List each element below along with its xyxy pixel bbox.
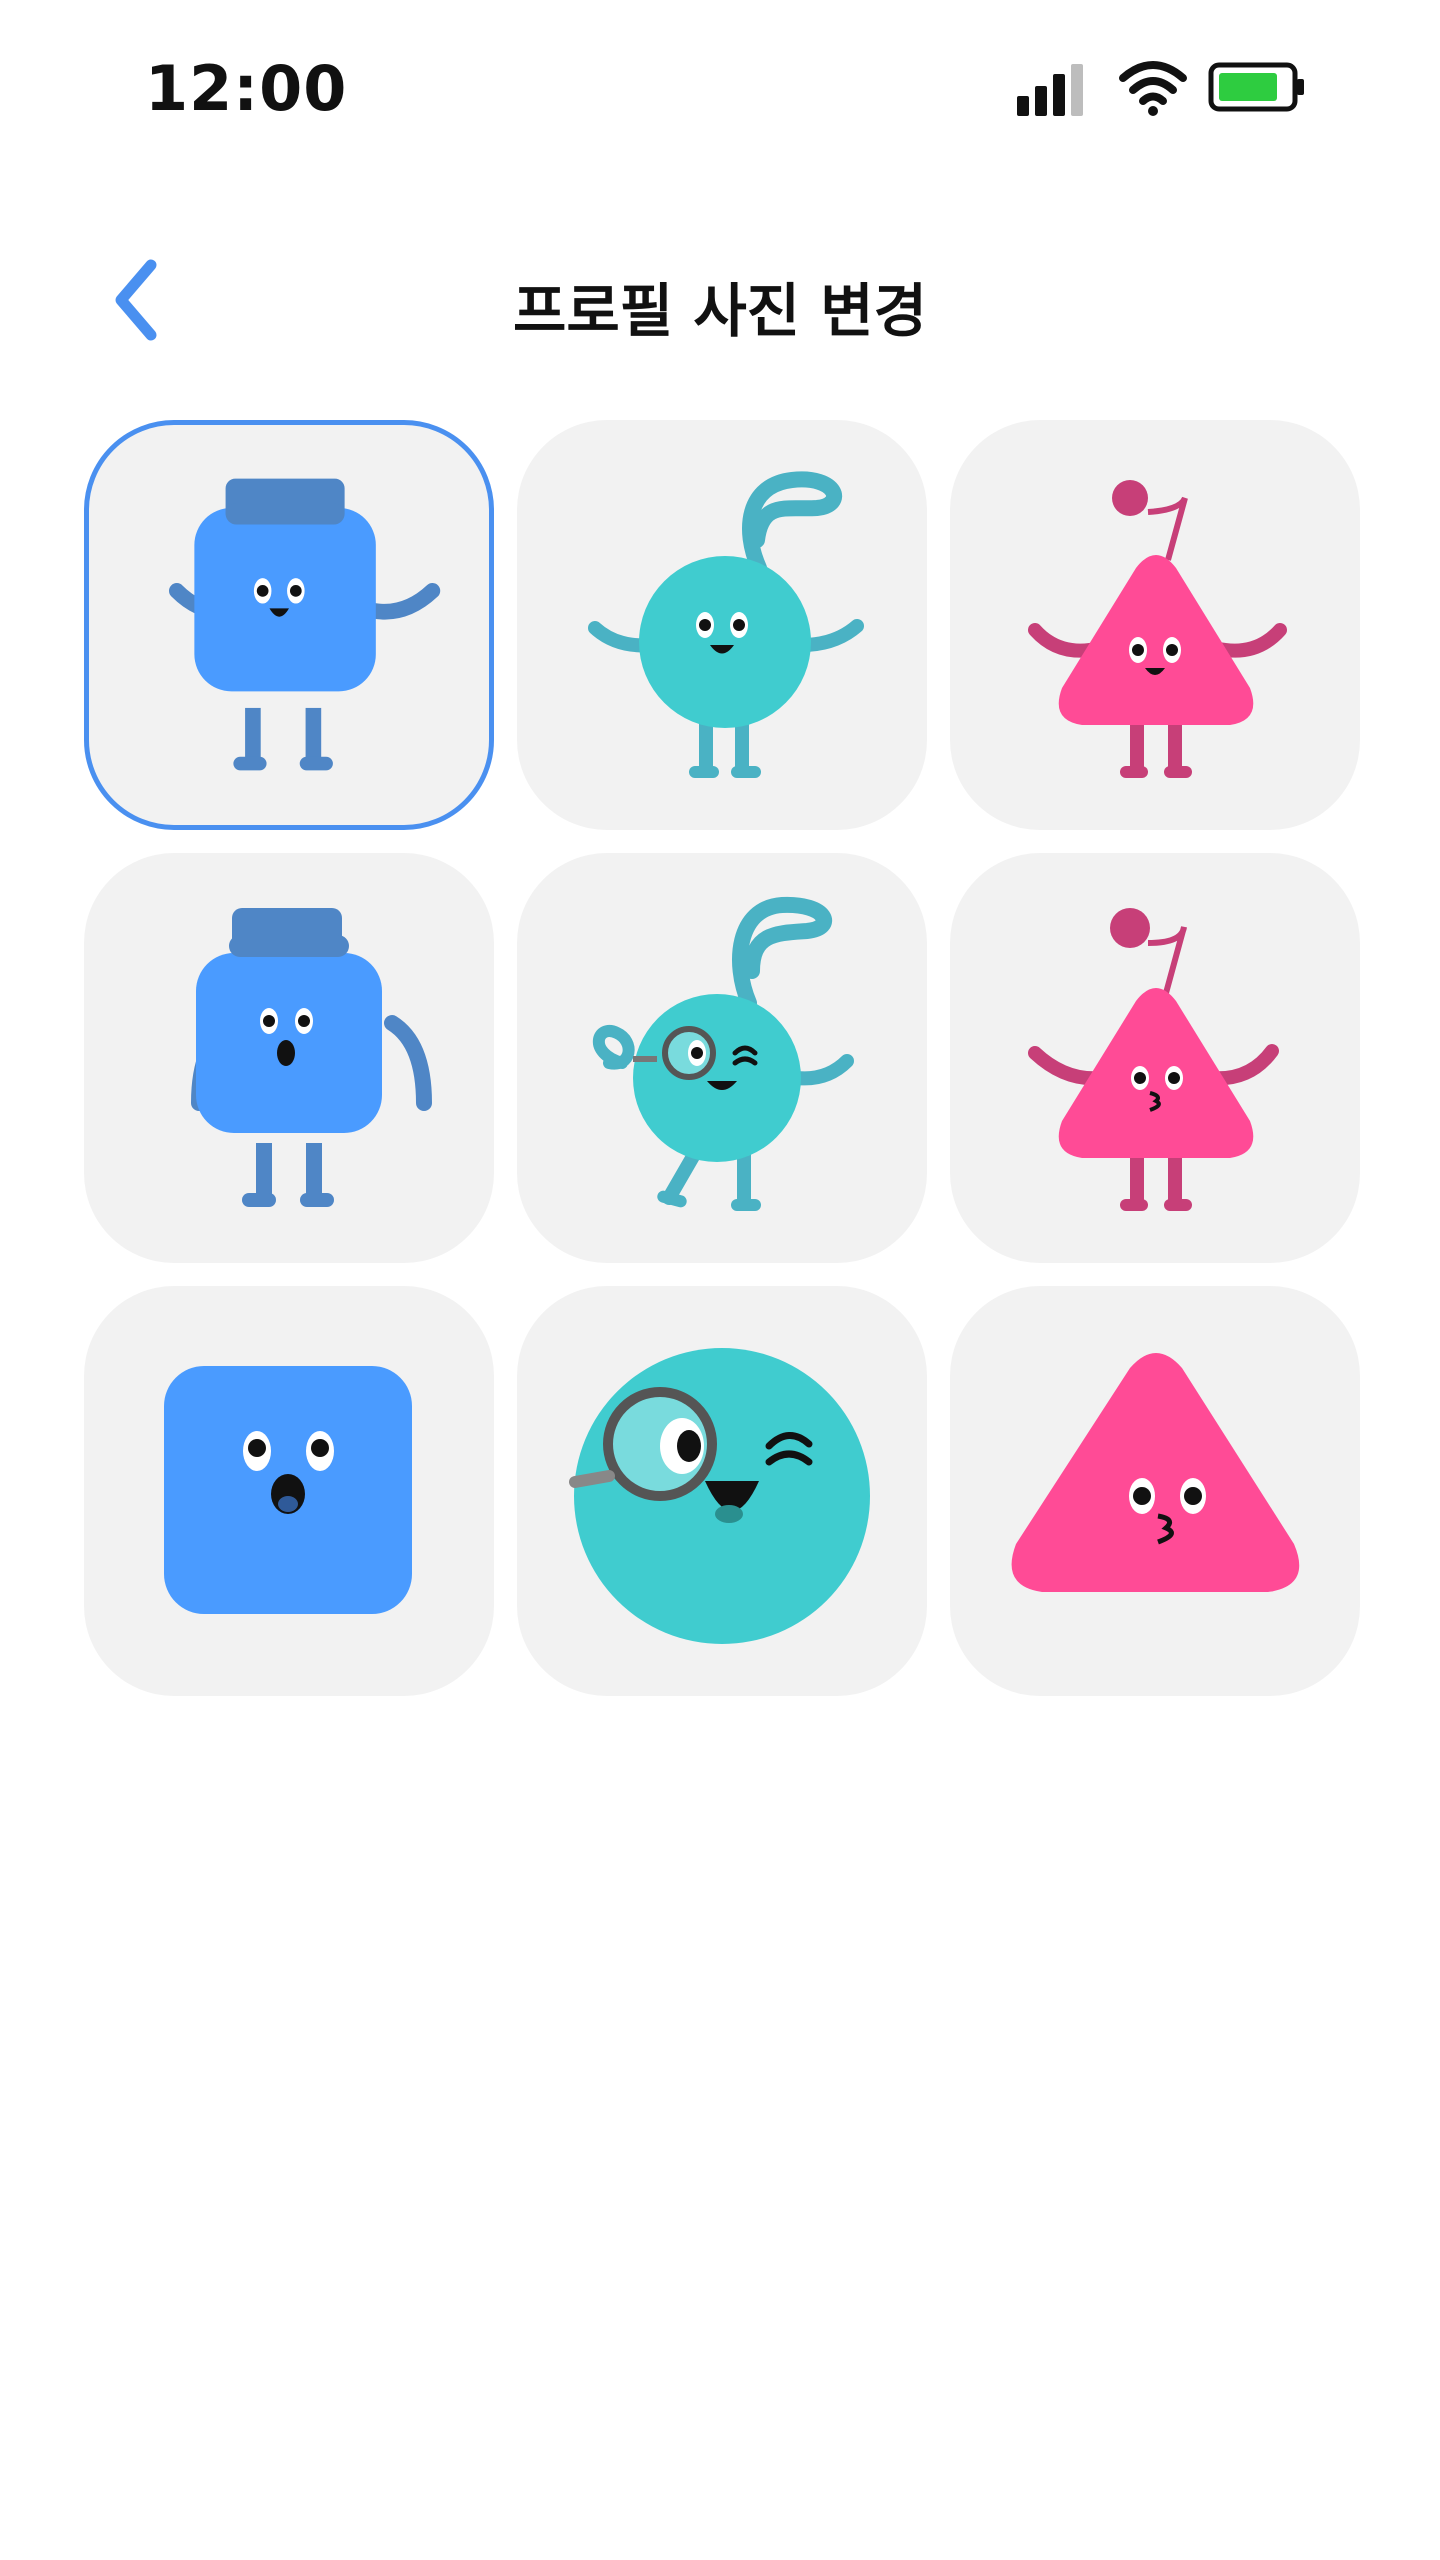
teal-circle-face-icon xyxy=(569,1348,870,1644)
blue-square-character-icon xyxy=(169,478,441,771)
avatar-option-pink-triangle-kiss-face[interactable] xyxy=(950,1286,1360,1696)
signal-icon xyxy=(1017,64,1083,116)
status-bar: 12:00 xyxy=(0,0,1440,180)
status-icons xyxy=(1005,58,1325,118)
teal-circle-character-icon xyxy=(588,471,864,778)
avatar-option-pink-triangle-cherry-arms-out[interactable] xyxy=(950,420,1360,830)
avatar-option-blue-square-hat-surprised[interactable] xyxy=(84,853,494,1263)
profile-picture-screen: 12:00 프로필 사진 변경 xyxy=(0,0,1440,2560)
avatar-option-pink-triangle-cherry-kiss[interactable] xyxy=(950,853,1360,1263)
pink-triangle-face-icon xyxy=(1011,1353,1300,1592)
pink-triangle-character-icon xyxy=(1028,908,1279,1211)
status-time: 12:00 xyxy=(145,52,348,125)
wifi-icon xyxy=(1119,61,1187,116)
pink-triangle-character-icon xyxy=(1028,480,1287,778)
header: 프로필 사진 변경 xyxy=(0,230,1440,370)
avatar-option-blue-square-face[interactable] xyxy=(84,1286,494,1696)
avatar-option-teal-circle-antenna-arms-out[interactable] xyxy=(517,420,927,830)
avatar-option-teal-circle-monocle-face[interactable] xyxy=(517,1286,927,1696)
blue-square-character-icon xyxy=(191,908,432,1207)
teal-circle-character-icon xyxy=(592,896,854,1211)
battery-icon xyxy=(1208,62,1304,112)
avatar-option-teal-circle-monocle-walking[interactable] xyxy=(517,853,927,1263)
page-title: 프로필 사진 변경 xyxy=(513,277,927,345)
blue-square-face-icon xyxy=(164,1366,412,1614)
avatar-grid xyxy=(84,420,1360,1700)
avatar-option-blue-square-hat-arms-out[interactable] xyxy=(84,420,494,830)
